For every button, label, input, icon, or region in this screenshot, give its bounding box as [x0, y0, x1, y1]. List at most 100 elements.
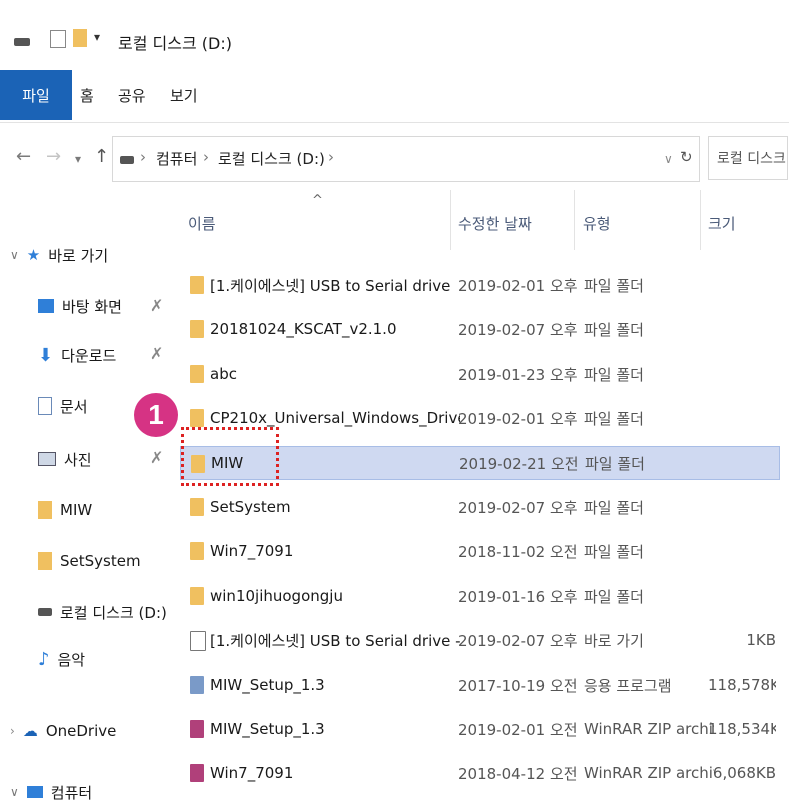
nav-label: 음악 [57, 650, 86, 669]
file-name: Win7_7091 [210, 764, 294, 782]
file-date: 2019-02-07 오후... [458, 320, 578, 339]
tab-share[interactable]: 공유 [118, 70, 146, 120]
nav-computer[interactable]: ∨ 컴퓨터 [0, 777, 180, 807]
tab-view[interactable]: 보기 [170, 70, 198, 120]
file-row[interactable]: 20181024_KSCAT_v2.1.0 2019-02-07 오후... 파일 … [180, 312, 780, 346]
breadcrumb-separator-icon: › [140, 148, 146, 166]
dropdown-icon[interactable]: ▾ [94, 30, 100, 52]
refresh-icon[interactable]: ↻ [680, 148, 693, 166]
file-type: 파일 폴더 [584, 365, 644, 384]
file-row[interactable]: SetSystem 2019-02-07 오후... 파일 폴더 [180, 490, 780, 524]
file-date: 2019-02-07 오후... [458, 631, 578, 650]
breadcrumb-separator-icon: › [328, 148, 334, 166]
column-name[interactable]: 이름 [188, 213, 216, 234]
file-date: 2019-02-01 오전... [458, 720, 578, 739]
tab-home[interactable]: 홈 [80, 70, 94, 120]
folder-icon [190, 320, 204, 338]
file-row[interactable]: MIW_Setup_1.3 2019-02-01 오전... WinRAR ZIP … [180, 712, 780, 746]
file-size: 1KB [746, 631, 776, 649]
nav-label: OneDrive [45, 722, 117, 740]
file-size: 118,578KB [708, 676, 776, 694]
column-divider[interactable] [574, 190, 575, 250]
pin-icon[interactable]: ✗ [150, 448, 163, 467]
drive-icon [38, 608, 52, 616]
file-date: 2018-11-02 오전... [458, 542, 578, 561]
computer-icon [26, 786, 43, 798]
file-name: [1.케이에스넷] USB to Serial drive [210, 276, 451, 295]
pin-icon[interactable]: ✗ [150, 344, 163, 363]
file-type: 파일 폴더 [584, 587, 644, 606]
file-date: 2019-02-07 오후... [458, 498, 578, 517]
file-type: 파일 폴더 [584, 498, 644, 517]
search-input[interactable]: 로컬 디스크 (D:) 검색 [708, 136, 788, 180]
folder-icon [190, 409, 204, 427]
file-row[interactable]: win10jihuogongju 2019-01-16 오후... 파일 폴더 [180, 579, 780, 613]
nav-quick-access[interactable]: ∨ ★ 바로 가기 [0, 240, 180, 270]
folder-icon [38, 501, 52, 519]
column-divider[interactable] [450, 190, 451, 250]
file-type: 파일 폴더 [584, 276, 644, 295]
installer-icon [190, 676, 204, 694]
nav-label: 컴퓨터 [50, 783, 93, 802]
desktop-icon [38, 299, 54, 313]
file-type: WinRAR ZIP archive [584, 720, 714, 738]
file-type: 바로 가기 [584, 631, 644, 650]
forward-icon[interactable]: → [46, 146, 61, 167]
nav-label: 문서 [60, 397, 88, 416]
nav-label: MIW [60, 501, 93, 519]
folder-icon[interactable] [73, 29, 87, 47]
picture-icon [38, 452, 56, 466]
recent-dropdown-icon[interactable]: ▾ [75, 152, 81, 166]
column-size[interactable]: 크기 [708, 213, 736, 234]
file-date: 2019-02-21 오전... [459, 454, 579, 473]
file-row[interactable]: MIW_Setup_1.3 2017-10-19 오전... 응용 프로그램 118,… [180, 668, 780, 702]
file-row[interactable]: Win7_7091 2018-04-12 오전... WinRAR ZIP arch… [180, 756, 780, 790]
column-divider[interactable] [700, 190, 701, 250]
folder-icon [38, 552, 52, 570]
breadcrumb-local-disk[interactable]: 로컬 디스크 (D:) [218, 148, 325, 169]
file-date: 2019-02-01 오후... [458, 409, 578, 428]
file-name: MIW_Setup_1.3 [210, 676, 325, 694]
folder-icon [190, 587, 204, 605]
column-date[interactable]: 수정한 날짜 [458, 213, 532, 234]
expand-icon[interactable]: ∨ [10, 248, 19, 262]
nav-onedrive[interactable]: › ☁ OneDrive [0, 716, 180, 746]
file-row[interactable]: abc 2019-01-23 오후... 파일 폴더 [180, 357, 780, 391]
file-date: 2019-02-01 오후... [458, 276, 578, 295]
winrar-icon [190, 764, 204, 782]
file-name: 20181024_KSCAT_v2.1.0 [210, 320, 397, 338]
expand-icon[interactable]: ∨ [10, 785, 19, 799]
file-date: 2019-01-16 오후... [458, 587, 578, 606]
tab-file[interactable]: 파일 [0, 70, 72, 120]
music-icon: ♪ [38, 648, 50, 670]
file-type: WinRAR ZIP archive [584, 764, 714, 782]
file-row[interactable]: [1.케이에스넷] USB to Serial drive 2019-02-01 … [180, 268, 780, 302]
callout-badge: 1 [134, 393, 178, 437]
address-bar[interactable] [112, 136, 700, 182]
pin-icon[interactable]: ✗ [150, 296, 163, 315]
file-row[interactable]: [1.케이에스넷] USB to Serial drive - Sho...20… [180, 623, 780, 657]
file-row[interactable]: Win7_7091 2018-11-02 오전... 파일 폴더 [180, 534, 780, 568]
back-icon[interactable]: ← [16, 146, 31, 167]
file-type: 응용 프로그램 [584, 676, 672, 695]
winrar-icon [190, 720, 204, 738]
file-type: 파일 폴더 [584, 320, 644, 339]
file-date: 2017-10-19 오전... [458, 676, 578, 695]
breadcrumb-separator-icon: › [203, 148, 209, 166]
drive-icon [120, 156, 134, 164]
checkbox-icon[interactable] [50, 30, 66, 48]
file-name: win10jihuogongju [210, 587, 343, 605]
file-type: 파일 폴더 [584, 409, 644, 428]
column-type[interactable]: 유형 [583, 213, 611, 234]
address-dropdown-icon[interactable]: ∨ [664, 152, 673, 166]
breadcrumb-computer[interactable]: 컴퓨터 [156, 148, 197, 169]
nav-label: SetSystem [60, 552, 141, 570]
up-icon[interactable]: ↑ [94, 146, 109, 167]
highlight-box [181, 427, 279, 486]
file-date: 2019-01-23 오후... [458, 365, 578, 384]
file-size: 118,534KB [708, 720, 776, 738]
nav-label: 바탕 화면 [62, 297, 122, 316]
file-name: CP210x_Universal_Windows_Driver [210, 409, 460, 427]
collapse-icon[interactable]: › [10, 724, 15, 738]
download-icon: ⬇ [38, 344, 54, 366]
